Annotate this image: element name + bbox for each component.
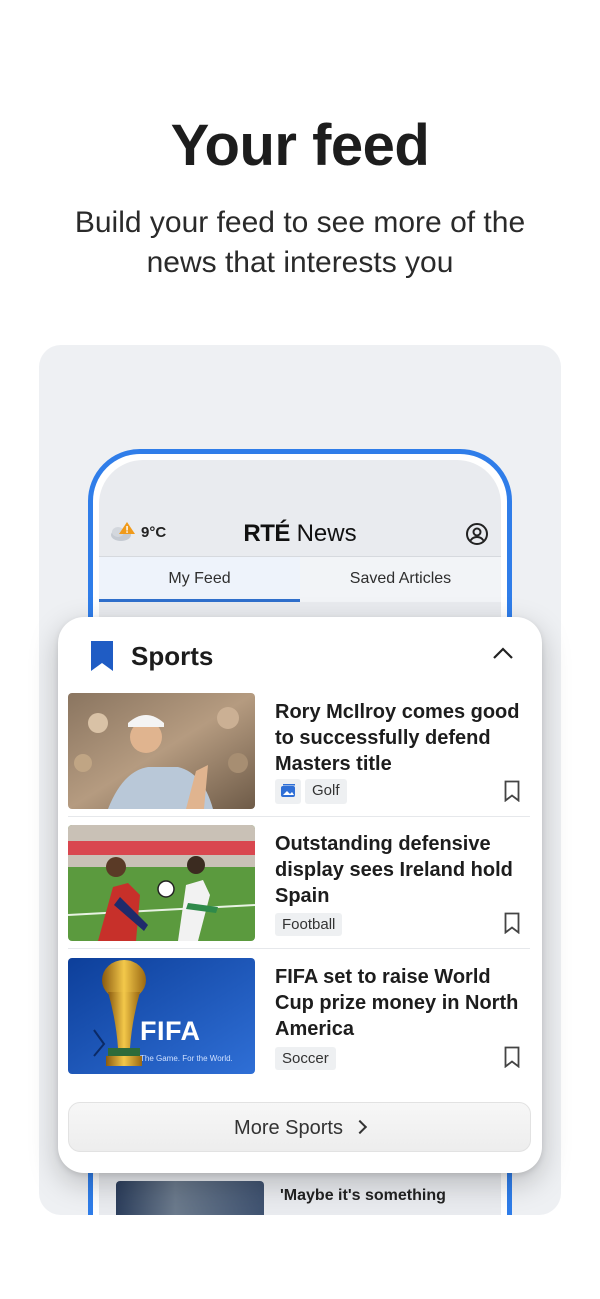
fifa-slogan: The Game. For the World. bbox=[140, 1054, 233, 1063]
article-tags: Soccer bbox=[275, 1047, 336, 1070]
article-item[interactable]: Outstanding defensive display sees Irela… bbox=[68, 825, 530, 949]
promo-title: Your feed bbox=[170, 113, 430, 178]
card-header: Sports bbox=[58, 617, 542, 691]
background-article-headline: 'Maybe it's something bbox=[280, 1187, 446, 1204]
tab-my-feed[interactable]: My Feed bbox=[99, 557, 300, 602]
article-tag[interactable]: Soccer bbox=[275, 1047, 336, 1070]
promo-subtitle: Build your feed to see more of the news … bbox=[74, 206, 526, 279]
article-item[interactable]: FIFA The Game. For the World. FIFA set t… bbox=[68, 958, 530, 1082]
more-sports-label: More Sports bbox=[234, 1117, 343, 1139]
card-title: Sports bbox=[131, 641, 214, 671]
account-icon[interactable] bbox=[465, 522, 489, 546]
article-headline: Rory McIlroy comes good to successfully … bbox=[275, 701, 520, 775]
article-tag[interactable]: Football bbox=[275, 913, 343, 936]
more-sports-button[interactable]: More Sports bbox=[68, 1102, 531, 1152]
bookmark-outline-icon[interactable] bbox=[504, 912, 520, 934]
article-thumbnail bbox=[68, 693, 255, 809]
chevron-right-icon bbox=[352, 1119, 368, 1135]
chevron-up-icon[interactable] bbox=[492, 645, 514, 661]
logo-word: News bbox=[296, 520, 357, 547]
gallery-icon bbox=[275, 779, 301, 804]
background-article: 'Maybe it's something bbox=[110, 1177, 510, 1215]
article-thumbnail: FIFA The Game. For the World. bbox=[68, 958, 255, 1074]
rte-news-logo: RTÉ News bbox=[99, 520, 501, 548]
app-header: 9°C RTÉ News bbox=[99, 510, 501, 562]
fifa-logo-text: FIFA bbox=[140, 1016, 201, 1046]
article-thumbnail bbox=[68, 825, 255, 941]
bookmark-icon bbox=[91, 641, 113, 671]
bookmark-outline-icon[interactable] bbox=[504, 780, 520, 802]
article-tag[interactable]: Golf bbox=[305, 779, 347, 804]
tab-saved-articles[interactable]: Saved Articles bbox=[300, 557, 501, 602]
logo-brand: RTÉ bbox=[243, 520, 290, 547]
bookmark-outline-icon[interactable] bbox=[504, 1046, 520, 1068]
feed-tabs: My Feed Saved Articles bbox=[99, 556, 501, 602]
article-headline: Outstanding defensive display sees Irela… bbox=[275, 833, 513, 907]
background-article-thumbnail bbox=[116, 1181, 264, 1215]
article-tags: Football bbox=[275, 913, 343, 936]
article-tags: Golf bbox=[275, 779, 347, 804]
article-headline: FIFA set to raise World Cup prize money … bbox=[275, 966, 519, 1040]
article-item[interactable]: Rory McIlroy comes good to successfully … bbox=[68, 693, 530, 817]
sports-card: Sports Rory McIlroy comes good to succes… bbox=[58, 617, 542, 1173]
